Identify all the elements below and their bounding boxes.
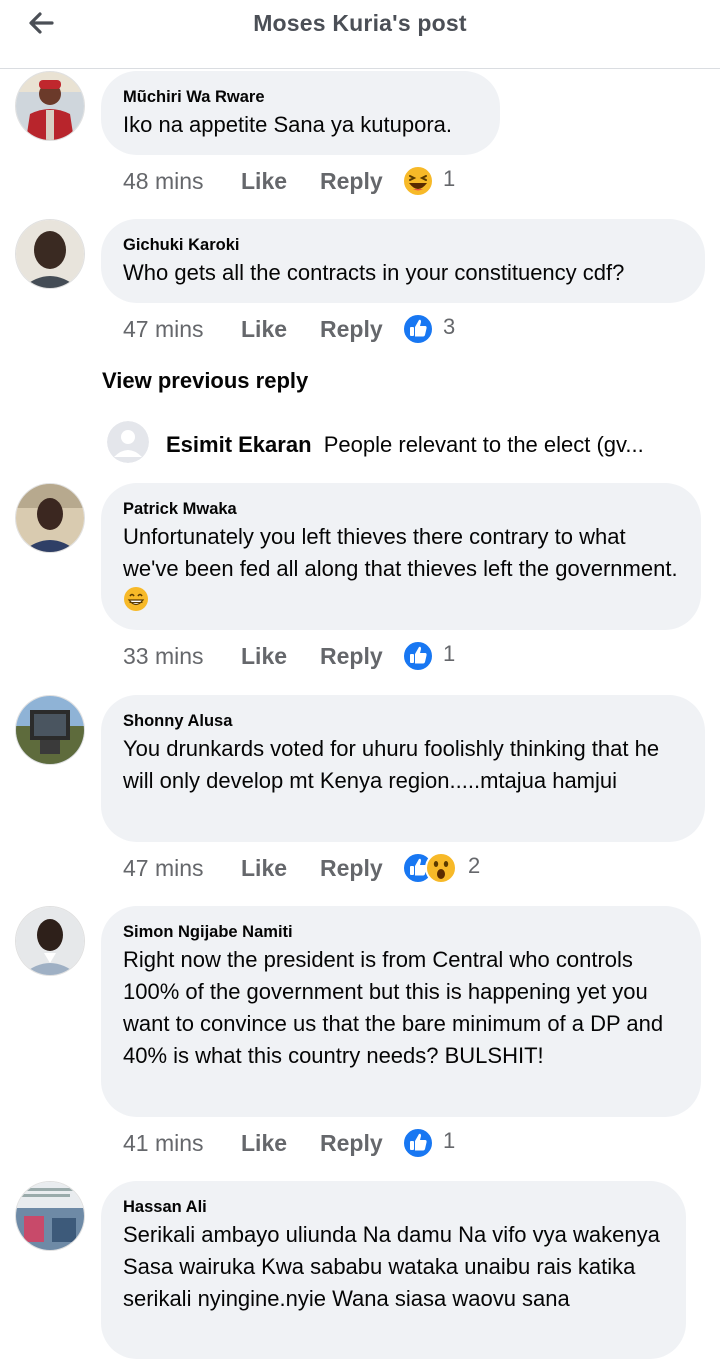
- avatar[interactable]: [107, 421, 149, 463]
- reply-button[interactable]: Reply: [320, 855, 383, 882]
- comment-author[interactable]: Hassan Ali: [123, 1197, 664, 1217]
- comment-text: Iko na appetite Sana ya kutupora.: [123, 112, 453, 137]
- comment-author[interactable]: Patrick Mwaka: [123, 499, 679, 519]
- like-wow-reaction-icons[interactable]: [401, 851, 461, 885]
- like-reaction-icon[interactable]: [401, 312, 435, 346]
- like-button[interactable]: Like: [241, 1130, 287, 1157]
- reaction-count[interactable]: 1: [443, 641, 455, 667]
- like-reaction-icon[interactable]: [401, 639, 435, 673]
- reply-author[interactable]: Esimit Ekaran: [166, 432, 312, 457]
- reaction-count[interactable]: 1: [443, 166, 455, 192]
- avatar[interactable]: [16, 907, 84, 975]
- comment-time[interactable]: 33 mins: [123, 643, 204, 670]
- like-button[interactable]: Like: [241, 168, 287, 195]
- comment-text: Who gets all the contracts in your const…: [123, 260, 625, 285]
- like-reaction-icon[interactable]: [401, 1126, 435, 1160]
- comment-bubble[interactable]: Gichuki Karoki Who gets all the contract…: [101, 219, 705, 303]
- like-button[interactable]: Like: [241, 643, 287, 670]
- comment-bubble[interactable]: Shonny Alusa You drunkards voted for uhu…: [101, 695, 705, 842]
- comment-bubble[interactable]: Patrick Mwaka Unfortunately you left thi…: [101, 483, 701, 630]
- reply-button[interactable]: Reply: [320, 643, 383, 670]
- reaction-count[interactable]: 3: [443, 314, 455, 340]
- comment-bubble[interactable]: Mũchiri Wa Rware Iko na appetite Sana ya…: [101, 71, 500, 155]
- comment-time[interactable]: 47 mins: [123, 316, 204, 343]
- avatar[interactable]: [16, 696, 84, 764]
- avatar[interactable]: [16, 1182, 84, 1250]
- comment-author[interactable]: Mũchiri Wa Rware: [123, 87, 478, 107]
- avatar[interactable]: [16, 72, 84, 140]
- comment-bubble[interactable]: Simon Ngijabe Namiti Right now the presi…: [101, 906, 701, 1117]
- comment-time[interactable]: 48 mins: [123, 168, 204, 195]
- reply-preview[interactable]: Esimit Ekaran People relevant to the ele…: [166, 432, 706, 458]
- comment-text: Serikali ambayo uliunda Na damu Na vifo …: [123, 1222, 660, 1311]
- comment-text: Right now the president is from Central …: [123, 947, 664, 1068]
- post-header: Moses Kuria's post: [0, 0, 720, 69]
- reply-button[interactable]: Reply: [320, 168, 383, 195]
- reaction-count[interactable]: 2: [468, 853, 480, 879]
- page-title: Moses Kuria's post: [253, 10, 467, 36]
- comment-time[interactable]: 47 mins: [123, 855, 204, 882]
- haha-reaction-icon[interactable]: [401, 164, 435, 198]
- comment-text: You drunkards voted for uhuru foolishly …: [123, 736, 660, 793]
- avatar[interactable]: [16, 484, 84, 552]
- reply-button[interactable]: Reply: [320, 316, 383, 343]
- reply-button[interactable]: Reply: [320, 1130, 383, 1157]
- comment-author[interactable]: Gichuki Karoki: [123, 235, 683, 255]
- like-button[interactable]: Like: [241, 316, 287, 343]
- comment-time[interactable]: 41 mins: [123, 1130, 204, 1157]
- comment-bubble[interactable]: Hassan Ali Serikali ambayo uliunda Na da…: [101, 1181, 686, 1359]
- comment-text-body: Unfortunately you left thieves there con…: [123, 524, 678, 581]
- comment-text: Unfortunately you left thieves there con…: [123, 521, 679, 617]
- reply-text: People relevant to the elect (gv...: [323, 432, 644, 457]
- view-previous-reply-link[interactable]: View previous reply: [102, 368, 308, 394]
- comment-author[interactable]: Simon Ngijabe Namiti: [123, 922, 679, 942]
- comment-author[interactable]: Shonny Alusa: [123, 711, 683, 731]
- grinning-emoji-icon: [124, 587, 148, 611]
- like-button[interactable]: Like: [241, 855, 287, 882]
- reaction-count[interactable]: 1: [443, 1128, 455, 1154]
- avatar[interactable]: [16, 220, 84, 288]
